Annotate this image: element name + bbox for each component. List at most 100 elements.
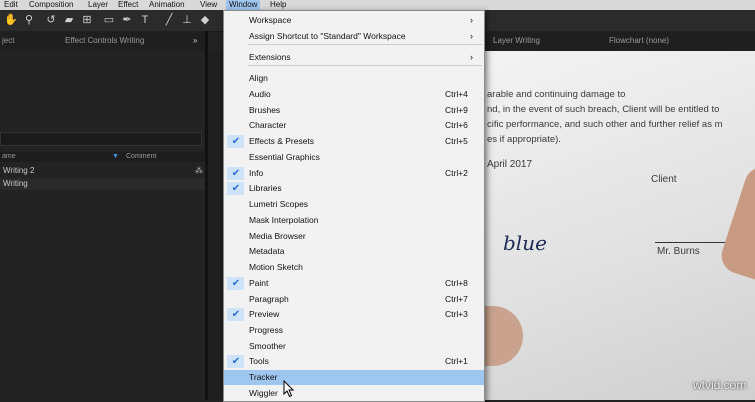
- checkmark-icon: ✔: [231, 183, 241, 194]
- project-search-input[interactable]: [0, 132, 202, 146]
- menu-item-assign-shortcut-to-standard-workspace[interactable]: Assign Shortcut to "Standard" Workspace ›: [224, 29, 484, 44]
- menu-item-wiggler[interactable]: Wiggler: [224, 386, 484, 401]
- document-line: cific performance, and such other and fu…: [487, 119, 723, 130]
- tab-project[interactable]: ject: [2, 31, 14, 51]
- zoom-tool-icon[interactable]: ⚲: [22, 13, 36, 27]
- menu-item-lumetri-scopes[interactable]: Lumetri Scopes: [224, 197, 484, 212]
- checkmark-icon: ✔: [231, 309, 241, 320]
- menu-item-label: Audio: [249, 89, 271, 99]
- menu-item-label: Assign Shortcut to "Standard" Workspace: [249, 31, 406, 41]
- menu-item-mask-interpolation[interactable]: Mask Interpolation: [224, 213, 484, 228]
- viewer-panel-header: Layer Writing Flowchart (none): [483, 31, 755, 51]
- menu-item-label: Info: [249, 168, 264, 178]
- menu-animation[interactable]: Animation: [149, 0, 185, 10]
- menu-item-label: Character: [249, 120, 287, 130]
- menu-item-label: Smoother: [249, 341, 286, 351]
- menu-item-extensions[interactable]: Extensions ›: [224, 50, 484, 65]
- camera-tool-icon[interactable]: ▰: [62, 13, 76, 27]
- brush-tool-icon[interactable]: ╱: [162, 13, 176, 27]
- menu-item-shortcut: Ctrl+3: [445, 309, 468, 319]
- menu-item-label: Libraries: [249, 183, 282, 193]
- menu-item-brushes[interactable]: Brushes Ctrl+9: [224, 103, 484, 118]
- sort-chevron-icon[interactable]: ▼: [112, 152, 119, 162]
- menu-item-essential-graphics[interactable]: Essential Graphics: [224, 150, 484, 165]
- project-item[interactable]: Writing 2 ⁂: [0, 165, 205, 177]
- checkmark-icon: ✔: [231, 356, 241, 367]
- finger-image: [483, 306, 523, 366]
- menu-item-shortcut: Ctrl+6: [445, 120, 468, 130]
- rectangle-tool-icon[interactable]: ▭: [102, 13, 116, 27]
- menu-item-align[interactable]: Align: [224, 71, 484, 86]
- hand-image: [716, 162, 755, 280]
- hand-tool-icon[interactable]: ✋: [4, 13, 18, 27]
- menu-item-tracker[interactable]: Tracker: [224, 370, 484, 385]
- tab-effect-controls[interactable]: Effect Controls Writing: [65, 31, 144, 51]
- menu-item-shortcut: Ctrl+8: [445, 278, 468, 288]
- mouse-cursor-icon: [283, 380, 295, 398]
- menu-item-label: Tools: [249, 356, 269, 366]
- menu-item-label: Motion Sketch: [249, 262, 303, 272]
- menu-item-workspace[interactable]: Workspace ›: [224, 13, 484, 28]
- checkmark-icon: ✔: [231, 278, 241, 289]
- submenu-arrow-icon: ›: [470, 15, 473, 25]
- document-signer: Mr. Burns: [657, 246, 700, 257]
- menu-edit[interactable]: Edit: [4, 0, 18, 10]
- menu-item-label: Preview: [249, 309, 280, 319]
- pan-behind-tool-icon[interactable]: ⊞: [80, 13, 94, 27]
- menu-item-audio[interactable]: Audio Ctrl+4: [224, 87, 484, 102]
- menu-view[interactable]: View: [200, 0, 217, 10]
- menu-item-libraries[interactable]: ✔ Libraries: [224, 181, 484, 196]
- menu-item-label: Progress: [249, 325, 284, 335]
- project-item[interactable]: Writing: [0, 178, 205, 190]
- text-tool-icon[interactable]: T: [138, 13, 152, 27]
- menu-item-label: Mask Interpolation: [249, 215, 319, 225]
- document-line: arable and continuing damage to: [487, 89, 626, 100]
- menu-item-shortcut: Ctrl+4: [445, 89, 468, 99]
- column-comment[interactable]: Comment: [126, 152, 156, 162]
- flowchart-icon[interactable]: ⁂: [195, 165, 203, 177]
- menu-item-label: Paragraph: [249, 294, 289, 304]
- menu-item-label: Tracker: [249, 372, 278, 382]
- menu-layer[interactable]: Layer: [88, 0, 108, 10]
- pen-tool-icon[interactable]: ✒: [120, 13, 134, 27]
- menu-item-info[interactable]: ✔ Info Ctrl+2: [224, 166, 484, 181]
- clone-stamp-tool-icon[interactable]: ⊥: [180, 13, 194, 27]
- menu-effect[interactable]: Effect: [118, 0, 138, 10]
- menu-item-motion-sketch[interactable]: Motion Sketch: [224, 260, 484, 275]
- tab-flowchart[interactable]: Flowchart (none): [609, 31, 669, 51]
- menu-item-label: Paint: [249, 278, 269, 288]
- tab-layer[interactable]: Layer Writing: [493, 31, 540, 51]
- menu-item-label: Effects & Presets: [249, 136, 315, 146]
- project-panel-header: ject Effect Controls Writing »: [0, 31, 205, 51]
- window-menu-dropdown: Workspace › Assign Shortcut to "Standard" …: [223, 10, 485, 402]
- eraser-tool-icon[interactable]: ◆: [198, 13, 212, 27]
- menu-help[interactable]: Help: [270, 0, 286, 10]
- menu-item-progress[interactable]: Progress: [224, 323, 484, 338]
- menu-item-character[interactable]: Character Ctrl+6: [224, 118, 484, 133]
- menu-item-shortcut: Ctrl+2: [445, 168, 468, 178]
- right-toolbar: [483, 10, 755, 31]
- menu-item-paragraph[interactable]: Paragraph Ctrl+7: [224, 292, 484, 307]
- rotate-tool-icon[interactable]: ↺: [44, 13, 58, 27]
- menu-item-preview[interactable]: ✔ Preview Ctrl+3: [224, 307, 484, 322]
- menu-composition[interactable]: Composition: [29, 0, 73, 10]
- signature: blue: [503, 231, 547, 255]
- menu-item-effects-presets[interactable]: ✔ Effects & Presets Ctrl+5: [224, 134, 484, 149]
- document-line: nd, in the event of such breach, Client …: [487, 104, 720, 115]
- menu-window[interactable]: Window: [226, 0, 261, 10]
- menu-item-smoother[interactable]: Smoother: [224, 339, 484, 354]
- menu-item-tools[interactable]: ✔ Tools Ctrl+1: [224, 354, 484, 369]
- project-column-header: ame ▼ Comment: [0, 152, 205, 162]
- panel-overflow-icon[interactable]: »: [193, 31, 197, 51]
- menu-item-label: Workspace: [249, 15, 292, 25]
- menu-item-paint[interactable]: ✔ Paint Ctrl+8: [224, 276, 484, 291]
- menu-item-shortcut: Ctrl+5: [445, 136, 468, 146]
- menu-item-metadata[interactable]: Metadata: [224, 244, 484, 259]
- menu-separator: [248, 65, 482, 66]
- menu-item-label: Align: [249, 73, 268, 83]
- menu-item-label: Wiggler: [249, 388, 278, 398]
- column-name[interactable]: ame: [2, 152, 16, 162]
- document-image: arable and continuing damage to nd, in t…: [483, 51, 755, 400]
- document-date: April 2017: [487, 159, 533, 170]
- menu-item-media-browser[interactable]: Media Browser: [224, 229, 484, 244]
